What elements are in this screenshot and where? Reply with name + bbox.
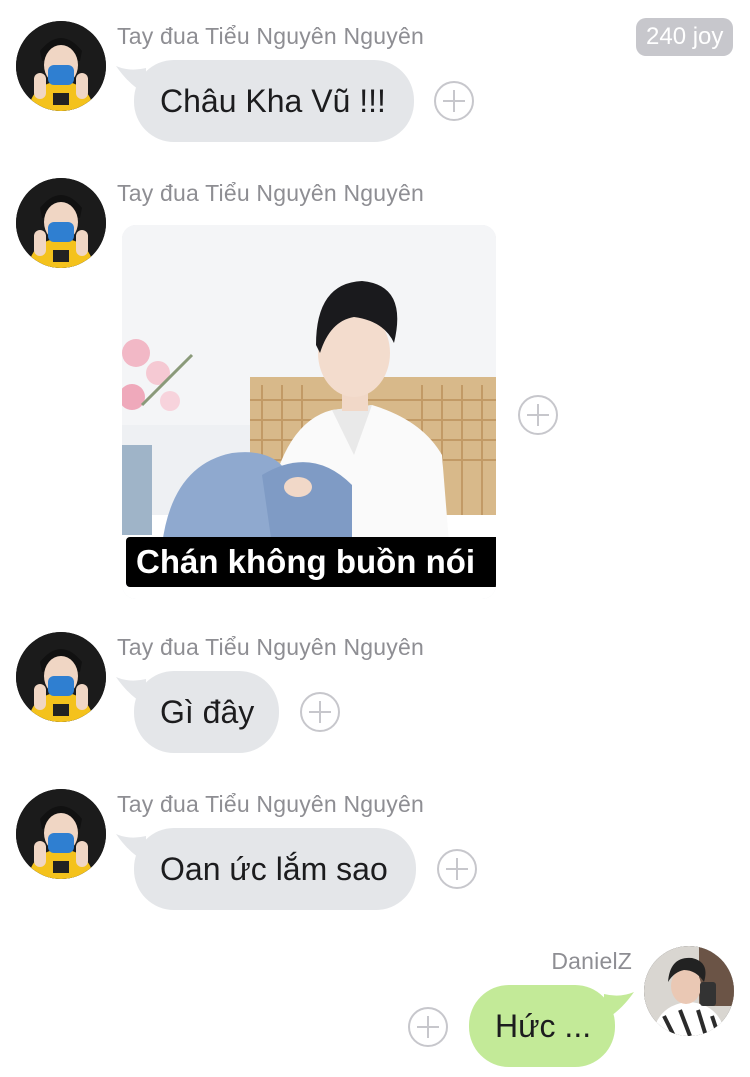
message-bubble[interactable]: Gì đây <box>134 671 279 753</box>
add-reaction-icon[interactable] <box>300 692 340 732</box>
message-bubble-outgoing[interactable]: Hức ... <box>469 985 615 1067</box>
add-reaction-icon[interactable] <box>408 1007 448 1047</box>
message-bubble[interactable]: Oan ức lắm sao <box>134 828 416 910</box>
image-message[interactable]: Chán không buồn nói <box>122 225 496 599</box>
add-reaction-icon[interactable] <box>434 81 474 121</box>
sender-avatar[interactable] <box>16 178 106 268</box>
sender-name: DanielZ <box>551 948 632 974</box>
sender-avatar[interactable] <box>16 789 106 879</box>
image-caption: Chán không buồn nói <box>126 537 496 587</box>
sender-name: Tay đua Tiểu Nguyên Nguyên <box>117 23 424 49</box>
sender-avatar[interactable] <box>16 21 106 111</box>
sender-name: Tay đua Tiểu Nguyên Nguyên <box>117 180 424 206</box>
sender-avatar[interactable] <box>16 632 106 722</box>
my-avatar[interactable] <box>644 946 734 1036</box>
sender-name: Tay đua Tiểu Nguyên Nguyên <box>117 791 424 817</box>
joy-points-badge: 240 joy <box>636 18 734 56</box>
sender-name: Tay đua Tiểu Nguyên Nguyên <box>117 634 424 660</box>
add-reaction-icon[interactable] <box>518 395 558 435</box>
add-reaction-icon[interactable] <box>437 849 477 889</box>
message-bubble[interactable]: Châu Kha Vũ !!! <box>134 60 414 142</box>
